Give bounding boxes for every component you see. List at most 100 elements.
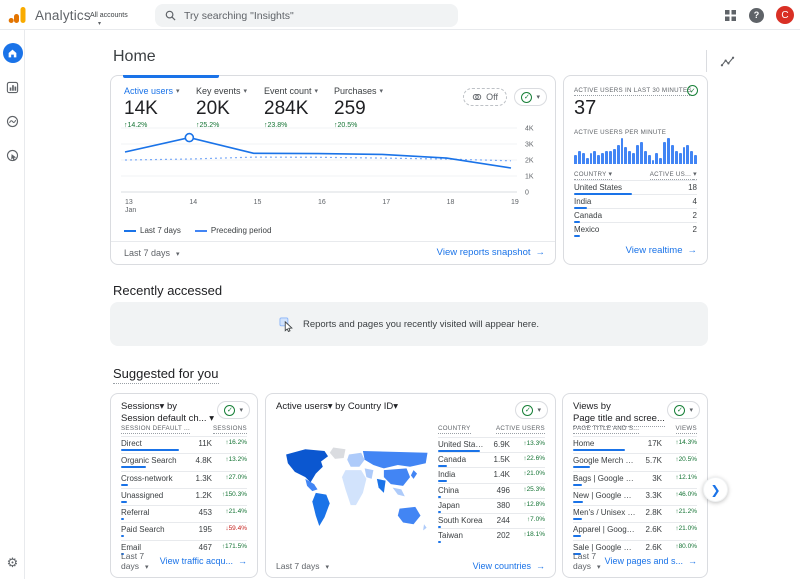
recently-accessed-empty-state: Reports and pages you recently visited w… bbox=[110, 302, 708, 346]
minute-bar bbox=[686, 145, 689, 165]
sidebar-item-advertising[interactable] bbox=[0, 138, 25, 172]
active-users-column-header[interactable]: ACTIVE US... ▾ bbox=[650, 170, 697, 180]
active-tab-indicator bbox=[123, 75, 219, 78]
svg-text:18: 18 bbox=[447, 199, 455, 206]
metric-column-header: SESSIONS bbox=[213, 425, 247, 434]
minute-bar bbox=[694, 155, 697, 164]
avatar[interactable]: C bbox=[776, 6, 794, 24]
svg-text:0: 0 bbox=[525, 190, 529, 197]
data-quality-dropdown[interactable]: ✓ ▾ bbox=[515, 401, 548, 419]
cursor-click-icon bbox=[279, 317, 295, 332]
chevron-down-icon: ▾ bbox=[239, 406, 243, 414]
table-row: Men's / Unisex | Goo...2.8K↑21.2% bbox=[573, 505, 697, 522]
minute-bar bbox=[597, 155, 600, 164]
admin-gear-icon[interactable]: ⚙ bbox=[0, 551, 25, 575]
app-name: Analytics bbox=[35, 8, 91, 23]
overview-card: Active users▾14K↑14.2%Key events▾20K↑25.… bbox=[110, 75, 556, 265]
date-range-selector[interactable]: Last 7 days bbox=[276, 561, 329, 571]
check-circle-icon: ✓ bbox=[521, 92, 532, 103]
sessions-table: Direct11K↑16.2%Organic Search4.8K↑13.2%C… bbox=[121, 436, 247, 557]
table-row: Direct11K↑16.2% bbox=[121, 436, 247, 453]
minute-bar bbox=[663, 142, 666, 164]
minute-bar bbox=[640, 142, 643, 164]
view-countries-link[interactable]: View countries bbox=[473, 561, 545, 571]
insights-button[interactable] bbox=[706, 50, 738, 72]
svg-text:1K: 1K bbox=[525, 174, 534, 181]
comparison-state-label: Off bbox=[486, 92, 498, 102]
minute-bar bbox=[617, 145, 620, 165]
sidebar-item-home[interactable] bbox=[0, 36, 25, 70]
metric-column-header: VIEWS bbox=[676, 425, 697, 434]
date-range-selector[interactable]: Last 7 days bbox=[121, 551, 160, 571]
table-row: Google Merch Shop5.7K↑20.5% bbox=[573, 453, 697, 470]
legend-label: Preceding period bbox=[211, 226, 271, 235]
metric-column-header: ACTIVE USERS bbox=[496, 425, 545, 434]
explore-icon bbox=[6, 115, 19, 128]
search-bar[interactable] bbox=[155, 4, 458, 27]
active-users-by-country-card: Active users▾ by Country ID▾ ✓ ▾ COUNTRY… bbox=[265, 393, 556, 578]
page-title: Home bbox=[113, 48, 156, 66]
svg-text:13: 13 bbox=[125, 199, 133, 206]
table-row: Bags | Google Merch...3K↑12.1% bbox=[573, 471, 697, 488]
sessions-by-channel-card: Sessions▾ by Session default ch... ▾ ✓ ▾… bbox=[110, 393, 258, 578]
table-row: United States6.9K↑13.3% bbox=[438, 437, 545, 452]
trend-line-chart: 01K2K3K4K13Jan141516171819 bbox=[115, 122, 553, 222]
comparison-toggle[interactable]: Off bbox=[463, 88, 507, 106]
divider bbox=[111, 241, 555, 242]
data-quality-dropdown[interactable]: ✓ ▾ bbox=[514, 88, 547, 106]
minute-bar bbox=[671, 145, 674, 165]
minute-bar bbox=[690, 151, 693, 164]
table-row: South Korea244↑7.0% bbox=[438, 513, 545, 528]
data-quality-dropdown[interactable]: ✓ ▾ bbox=[667, 401, 700, 419]
svg-text:Jan: Jan bbox=[125, 207, 136, 214]
recently-accessed-heading: Recently accessed bbox=[113, 283, 222, 298]
carousel-next-button[interactable]: ❯ bbox=[703, 477, 728, 502]
minute-bar bbox=[593, 151, 596, 164]
card-title[interactable]: Active users▾ by Country ID▾ bbox=[276, 401, 398, 413]
card-title[interactable]: Sessions▾ by Session default ch... ▾ bbox=[121, 401, 214, 425]
advertising-icon bbox=[6, 149, 19, 162]
svg-text:2K: 2K bbox=[525, 158, 534, 165]
table-row: Referral453↑21.4% bbox=[121, 505, 247, 522]
svg-text:19: 19 bbox=[511, 199, 519, 206]
minute-bar bbox=[574, 155, 577, 164]
minute-bar bbox=[679, 153, 682, 164]
sidebar-item-reports[interactable] bbox=[0, 70, 25, 104]
minute-bar bbox=[632, 153, 635, 164]
table-row: Home17K↑14.3% bbox=[573, 436, 697, 453]
search-input[interactable] bbox=[184, 10, 424, 22]
view-pages-link[interactable]: View pages and s... bbox=[605, 556, 697, 566]
view-traffic-acquisition-link[interactable]: View traffic acqu... bbox=[160, 556, 247, 566]
minute-bar bbox=[683, 147, 686, 164]
table-row: Apparel | Google Mer...2.6K↑21.0% bbox=[573, 522, 697, 539]
sidebar-item-explore[interactable] bbox=[0, 104, 25, 138]
date-range-selector[interactable]: Last 7 days bbox=[573, 551, 605, 571]
minute-bar bbox=[613, 149, 616, 164]
check-circle-icon: ✓ bbox=[522, 405, 533, 416]
minute-bar bbox=[605, 151, 608, 164]
card-title[interactable]: Views by Page title and scree... bbox=[573, 401, 665, 425]
minute-bar bbox=[675, 151, 678, 164]
minute-bar bbox=[655, 153, 658, 164]
dimension-column-header: SESSION DEFAULT ... bbox=[121, 425, 190, 434]
help-icon[interactable]: ? bbox=[749, 8, 764, 23]
table-row: United States18 bbox=[574, 180, 697, 194]
svg-text:16: 16 bbox=[318, 199, 326, 206]
account-switcher[interactable]: All accounts ▾ bbox=[90, 4, 128, 27]
view-reports-snapshot-link[interactable]: View reports snapshot bbox=[437, 247, 545, 258]
apps-grid-icon[interactable] bbox=[724, 9, 737, 22]
realtime-active-users-value: 37 bbox=[574, 97, 596, 120]
chevron-down-icon: ▾ bbox=[98, 22, 128, 27]
date-range-selector[interactable]: Last 7 days bbox=[124, 248, 180, 258]
data-quality-dropdown[interactable]: ✓ ▾ bbox=[217, 401, 250, 419]
svg-text:3K: 3K bbox=[525, 142, 534, 149]
analytics-home-page: Analytics All accounts ▾ ? C bbox=[0, 0, 800, 579]
country-column-header[interactable]: COUNTRY ▾ bbox=[574, 170, 612, 180]
analytics-logo-icon bbox=[8, 5, 28, 25]
minute-bar bbox=[636, 145, 639, 165]
view-realtime-link[interactable]: View realtime bbox=[626, 245, 697, 256]
svg-text:14: 14 bbox=[189, 199, 197, 206]
minute-bar bbox=[578, 151, 581, 164]
minute-bar bbox=[644, 151, 647, 164]
reports-icon bbox=[6, 81, 19, 94]
